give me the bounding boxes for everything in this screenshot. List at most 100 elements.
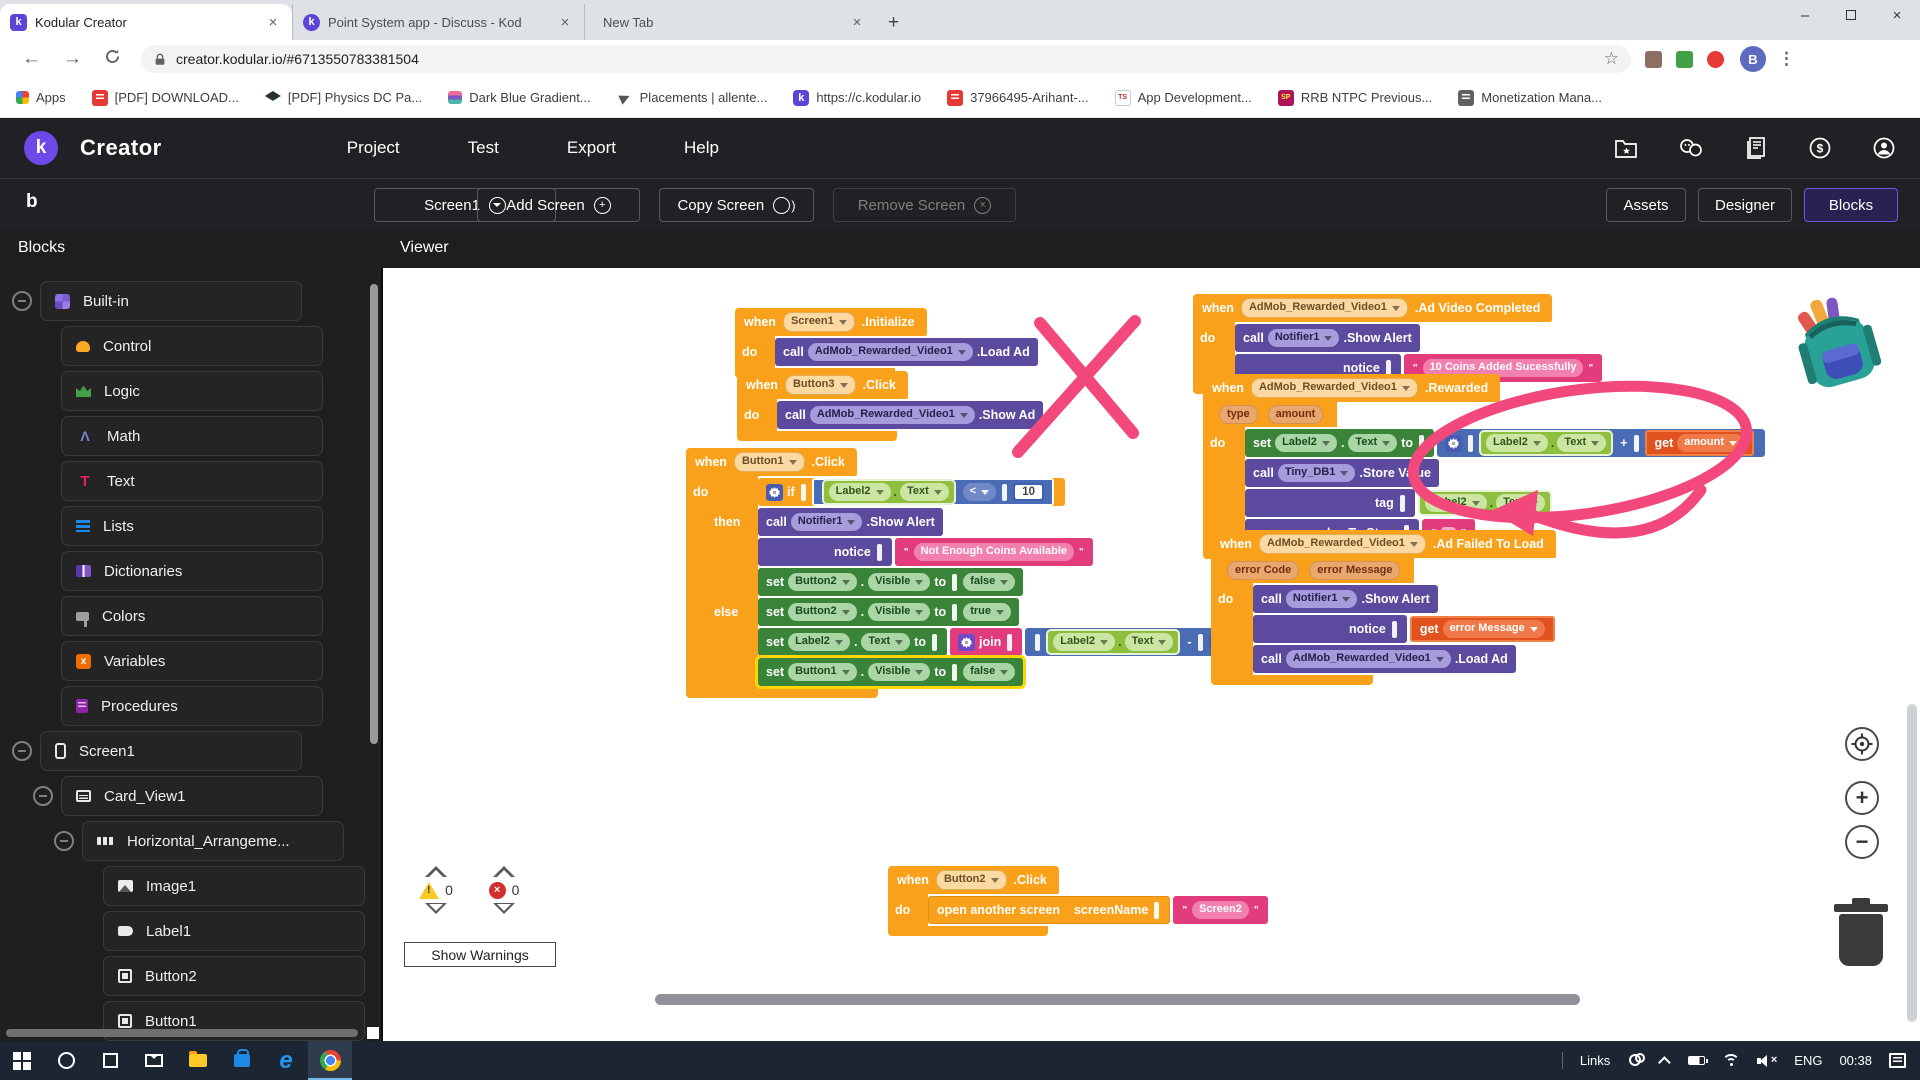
socket[interactable] (1392, 621, 1397, 638)
dropdown-pill[interactable]: Button3 (785, 375, 856, 394)
math-block[interactable]: Label2.Text+getamount (1437, 429, 1765, 457)
store-icon[interactable] (220, 1041, 264, 1080)
comparison-block[interactable]: Label2.Text<10 (812, 478, 1054, 506)
zoom-out-button[interactable]: − (1845, 825, 1879, 859)
call-block[interactable]: notice (1253, 615, 1407, 643)
blocks-viewer-canvas[interactable]: whenScreen1.InitializedocallAdMob_Reward… (383, 268, 1920, 1041)
bookmark-item[interactable]: 37966495-Arihant-... (947, 90, 1089, 106)
dropdown-pill[interactable]: false (963, 573, 1015, 590)
muted-speaker-icon[interactable]: × (1757, 1054, 1777, 1068)
battery-icon[interactable] (1688, 1056, 1705, 1065)
call-block[interactable]: callAdMob_Rewarded_Video1.Load Ad (1253, 645, 1516, 673)
url-text[interactable]: creator.kodular.io/#6713550783381504 (176, 51, 1604, 67)
dropdown-pill[interactable]: Notifier1 (791, 513, 863, 530)
dropdown-pill[interactable]: true (963, 603, 1011, 620)
assets-button[interactable]: Assets (1606, 188, 1686, 222)
text-block[interactable]: "Screen2" (1173, 896, 1267, 924)
set-block[interactable]: setButton1.Visibletofalse (758, 658, 1023, 686)
socket[interactable] (1468, 435, 1473, 452)
socket[interactable] (952, 574, 957, 591)
browser-menu-icon[interactable]: ⋮ (1778, 49, 1795, 69)
dropdown-pill[interactable]: Button2 (936, 870, 1007, 889)
dropdown-pill[interactable]: < (963, 483, 996, 500)
bookmark-item[interactable]: Monetization Mana... (1458, 90, 1602, 106)
collapse-down-icon[interactable] (425, 903, 447, 914)
event-parameter-pill[interactable]: type (1219, 405, 1258, 424)
dropdown-pill[interactable]: Label2 (829, 483, 891, 500)
dropdown-pill[interactable]: Screen2 (1192, 901, 1249, 918)
links-toolbar-label[interactable]: Links (1580, 1053, 1610, 1068)
set-block[interactable]: setLabel2.Textto (758, 628, 947, 656)
bookmark-item[interactable]: Placements | allente... (617, 90, 768, 106)
menu-item-project[interactable]: Project (347, 138, 400, 158)
sidebar-item-dictionaries[interactable]: Dictionaries (61, 551, 323, 591)
bookmark-item[interactable]: App Development... (1115, 90, 1252, 106)
dropdown-pill[interactable]: Text (900, 483, 949, 500)
call-block[interactable]: callAdMob_Rewarded_Video1.Show Ad (777, 401, 1043, 429)
bookmark-item[interactable]: Apps (16, 90, 66, 105)
dropdown-pill[interactable]: Label2 (1425, 494, 1487, 511)
dropdown-pill[interactable]: Button1 (788, 663, 857, 680)
hidden-icons-chevron[interactable] (1658, 1056, 1671, 1069)
number-input[interactable]: 10 (1013, 483, 1044, 501)
mail-icon[interactable] (132, 1041, 176, 1080)
sidebar-item-screen1[interactable]: Screen1 (40, 731, 302, 771)
action-center-icon[interactable] (1889, 1053, 1906, 1068)
socket[interactable] (1198, 634, 1203, 651)
sidebar-item-logic[interactable]: Logic (61, 371, 323, 411)
property-getter-block[interactable]: Label2.Text (1479, 430, 1613, 456)
add-screen-button[interactable]: Add Screen+ (477, 188, 640, 222)
sidebar-item-variables[interactable]: Variables (61, 641, 323, 681)
event-block-header[interactable]: whenButton1.Click (686, 448, 857, 476)
socket[interactable] (801, 484, 806, 501)
profile-avatar[interactable]: B (1740, 46, 1766, 72)
bookmark-item[interactable]: Dark Blue Gradient... (448, 90, 590, 105)
set-block[interactable]: setButton2.Visibletofalse (758, 568, 1023, 596)
close-window-icon[interactable]: × (1874, 0, 1920, 30)
project-folder-icon[interactable] (1614, 137, 1638, 159)
dropdown-pill[interactable]: Button2 (788, 573, 857, 590)
bookmark-star-icon[interactable]: ☆ (1604, 49, 1619, 69)
socket[interactable] (1634, 435, 1639, 452)
menu-item-export[interactable]: Export (567, 138, 616, 158)
bookmark-item[interactable]: [PDF] Physics DC Pa... (265, 90, 422, 105)
property-getter-block[interactable]: Label2.Text (1418, 490, 1552, 516)
block-stack[interactable]: whenButton1.ClickdoifLabel2.Text<10thenc… (686, 448, 1250, 698)
event-parameter-pill[interactable]: error Message (1309, 561, 1400, 580)
dropdown-pill[interactable]: AdMob_Rewarded_Video1 (810, 406, 975, 423)
maximize-icon[interactable] (1828, 0, 1874, 30)
dropdown-pill[interactable]: AdMob_Rewarded_Video1 (808, 343, 973, 360)
socket[interactable] (952, 664, 957, 681)
clock[interactable]: 00:38 (1839, 1053, 1872, 1068)
browser-tab[interactable]: kPoint System app - Discuss - Kod× (292, 4, 584, 40)
sidebar-item-colors[interactable]: Colors (61, 596, 323, 636)
dropdown-pill[interactable]: Screen1 (783, 312, 855, 331)
call-block[interactable]: tag (1245, 489, 1415, 517)
collapse-up-icon[interactable] (425, 866, 447, 877)
start-button-icon[interactable] (0, 1041, 44, 1080)
socket[interactable] (1002, 484, 1007, 501)
call-block[interactable]: callNotifier1.Show Alert (758, 508, 943, 536)
collapse-icon[interactable] (33, 786, 53, 806)
block-stack[interactable]: whenScreen1.InitializedocallAdMob_Reward… (735, 308, 1041, 378)
community-icon[interactable] (1678, 136, 1704, 160)
event-parameter-pill[interactable]: amount (1268, 405, 1324, 424)
dropdown-pill[interactable]: AdMob_Rewarded_Video1 (1286, 650, 1451, 667)
call-block[interactable]: callAdMob_Rewarded_Video1.Load Ad (775, 338, 1038, 366)
dropdown-pill[interactable]: Visible (868, 603, 930, 620)
viewer-horizontal-scrollbar[interactable] (655, 994, 1580, 1005)
minimize-icon[interactable]: – (1782, 0, 1828, 30)
chrome-icon[interactable] (308, 1041, 352, 1080)
bookmark-item[interactable]: RRB NTPC Previous... (1278, 90, 1432, 106)
sidebar-item-label1[interactable]: Label1 (103, 911, 365, 951)
sidebar-item-image1[interactable]: Image1 (103, 866, 365, 906)
dropdown-pill[interactable]: Label2 (788, 633, 850, 650)
if-block[interactable]: ifLabel2.Text<10 (758, 478, 1065, 506)
dropdown-pill[interactable]: AdMob_Rewarded_Video1 (1259, 534, 1426, 553)
dropdown-pill[interactable]: Tiny_DB1 (1278, 464, 1356, 481)
sidebar-vertical-scrollbar[interactable] (370, 284, 378, 744)
file-explorer-icon[interactable] (176, 1041, 220, 1080)
get-variable-block[interactable]: getamount (1645, 430, 1754, 456)
dropdown-pill[interactable]: Visible (868, 573, 930, 590)
socket[interactable] (932, 634, 937, 651)
